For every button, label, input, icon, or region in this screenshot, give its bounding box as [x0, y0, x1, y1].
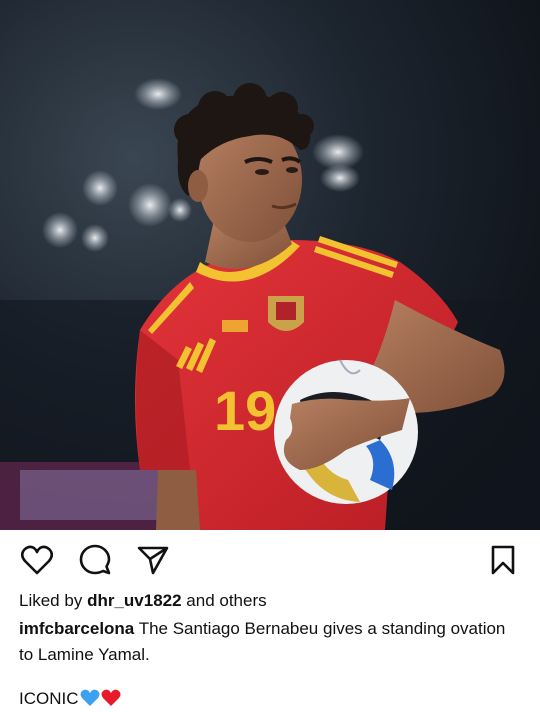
instagram-post: 19 Liked by dhr_uv1822 and others imfcba… — [0, 0, 540, 712]
blue-heart-icon — [80, 689, 99, 706]
caption-extra-line: ICONIC — [19, 686, 121, 712]
share-button[interactable] — [136, 543, 170, 577]
action-bar — [0, 530, 540, 588]
paper-plane-icon — [137, 546, 169, 575]
caption-username[interactable]: imfcbarcelona — [19, 619, 134, 638]
heart-outline-icon — [21, 545, 53, 575]
red-heart-icon — [101, 689, 120, 706]
likes-summary: Liked by dhr_uv1822 and others — [19, 590, 267, 612]
likes-prefix: Liked by — [19, 591, 83, 610]
liker-username[interactable]: dhr_uv1822 — [87, 591, 182, 610]
post-caption: imfcbarcelona The Santiago Bernabeu give… — [19, 616, 524, 668]
bookmark-icon — [491, 545, 515, 575]
likes-suffix[interactable]: and others — [186, 591, 266, 610]
like-button[interactable] — [20, 543, 54, 577]
caption-extra-text: ICONIC — [19, 689, 79, 708]
save-button[interactable] — [486, 543, 520, 577]
comment-button[interactable] — [78, 543, 112, 577]
speech-bubble-icon — [79, 544, 111, 575]
post-image[interactable]: 19 — [0, 0, 540, 530]
shirt-number: 19 — [214, 379, 276, 442]
